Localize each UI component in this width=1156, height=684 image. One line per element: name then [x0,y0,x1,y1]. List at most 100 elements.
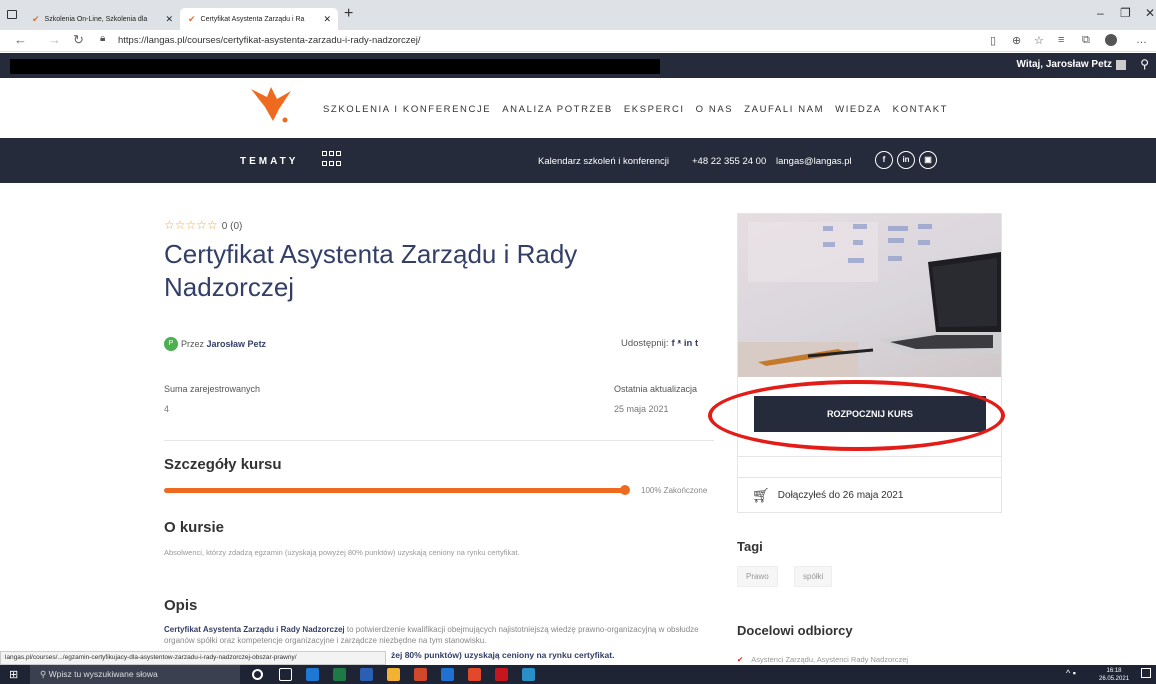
share-icons[interactable]: f ᵜ in t [672,338,699,349]
minimize-icon[interactable]: – [1097,6,1104,20]
tray-chevron-icon[interactable]: ^ ▪ [1066,668,1076,678]
favorite-star-icon[interactable]: ☆ [1034,34,1044,47]
course-sidebar-card: ROZPOCZNIJ KURS 🛒︎ Dołączyłeś do 26 maja… [737,213,1002,513]
reader-icon[interactable]: ▯ [990,34,996,47]
updated-label: Ostatnia aktualizacja [614,384,698,394]
check-icon: ✔ [737,655,744,664]
windows-taskbar: ⊞ ⚲ Wpisz tu wyszukiwane słowa ^ ▪ 16:18… [0,665,1156,684]
word-icon[interactable] [360,668,373,681]
nav-item-szkolenia[interactable]: SZKOLENIA I KONFERENCJE [323,104,491,115]
youtube-icon[interactable]: ▣ [919,151,937,169]
refresh-icon[interactable]: ↻ [73,32,84,48]
details-heading: Szczegóły kursu [164,456,282,473]
author-prefix: Przez [181,339,205,349]
updated-value: 25 maja 2021 [614,404,669,414]
windows-start-icon[interactable]: ⊞ [9,668,18,681]
description-heading: Opis [164,597,198,614]
laptop-photo [738,222,1001,377]
nav-item-o-nas[interactable]: O NAS [696,104,734,115]
start-course-button[interactable]: ROZPOCZNIJ KURS [754,396,986,432]
progress-bar [164,488,626,493]
edge-icon[interactable] [522,668,535,681]
grid-icon[interactable] [322,151,342,169]
taskbar-search-placeholder: Wpisz tu wyszukiwane słowa [48,669,158,679]
favorites-list-icon[interactable]: ≡ [1058,34,1064,46]
browser-tab-1[interactable]: ✔ Szkolenia On-Line, Szkolenia dla ✕ [24,8,180,30]
close-tab-icon[interactable]: ✕ [165,14,173,25]
linkedin-icon[interactable]: in [897,151,915,169]
audience-heading: Docelowi odbiorcy [737,623,853,638]
tab-label: Szkolenia On-Line, Szkolenia dla [44,15,148,23]
nav-item-analiza[interactable]: ANALIZA POTRZEB [502,104,613,115]
status-url: langas.pl/courses/.../egzamin-certyfikuj… [0,651,386,665]
new-tab-icon[interactable]: + [344,5,353,23]
nav-item-kontakt[interactable]: KONTAKT [893,104,948,115]
about-heading: O kursie [164,519,225,536]
tag-prawo[interactable]: Prawo [737,566,778,587]
audience-item: ✔ Asystenci Zarządu, Asystenci Rady Nadzo… [737,655,908,664]
author-link[interactable]: Jarosław Petz [207,339,267,349]
taskbar-search-input[interactable]: ⚲ Wpisz tu wyszukiwane słowa [30,665,240,684]
email-link[interactable]: langas@langas.pl [776,156,852,167]
forward-icon[interactable]: → [48,32,61,47]
tag-spolki[interactable]: spółki [794,566,833,587]
browser-tab-2[interactable]: ✔ Certyfikat Asystenta Zarządu i Ra ✕ [180,8,338,30]
progress-text: 100% Zakończone [641,486,708,495]
description-line2: żej 80% punktów) uzyskają ceniony na ryn… [391,650,615,660]
calendar-link[interactable]: Kalendarz szkoleń i konferencji [538,156,669,167]
office-icon[interactable] [468,668,481,681]
nav-item-zaufali[interactable]: ZAUFALI NAM [744,104,824,115]
audience-text: Asystenci Zarządu, Asystenci Rady Nadzor… [751,655,909,664]
course-title: Certyfikat Asystenta Zarządu i Rady Nadz… [164,239,578,302]
divider [738,477,1001,478]
redacted-region [10,59,660,74]
site-user-bar: Witaj, Jarosław Petz ⚲ [0,53,1156,78]
cortana-icon[interactable] [252,669,263,680]
author-line: Przez Jarosław Petz [181,339,266,349]
acrobat-icon[interactable] [495,668,508,681]
notifications-icon[interactable] [1141,668,1151,678]
course-rating: ☆☆☆☆☆ 0 (0) [164,218,242,232]
divider [738,456,1001,457]
about-text: Absolwenci, którzy zdadzą egzamin (uzysk… [164,548,520,557]
outlook-icon[interactable] [306,668,319,681]
search-icon[interactable]: ⚲ [1140,57,1149,71]
app-icon[interactable] [441,668,454,681]
address-bar: ← → ↻ 🔒︎ https://langas.pl/courses/certy… [0,30,1156,52]
file-explorer-icon[interactable] [387,668,400,681]
more-icon[interactable]: … [1136,34,1147,46]
user-greeting[interactable]: Witaj, Jarosław Petz [1017,59,1113,70]
maximize-icon[interactable]: ❐ [1120,6,1131,20]
excel-icon[interactable] [333,668,346,681]
collections-icon[interactable]: ⧉ [1082,34,1090,47]
system-clock[interactable]: 16:18 26.05.2021 [1099,667,1129,683]
task-view-icon[interactable] [279,668,292,681]
powerpoint-icon[interactable] [414,668,427,681]
rating-stars-icon: ☆☆☆☆☆ [164,218,218,232]
langas-logo[interactable] [247,85,295,125]
close-window-icon[interactable]: ✕ [1145,6,1155,20]
tab-actions-icon[interactable] [7,10,17,19]
url-field[interactable]: https://langas.pl/courses/certyfikat-asy… [118,35,421,46]
browser-tab-bar: ✔ Szkolenia On-Line, Szkolenia dla ✕ ✔ C… [0,0,1156,30]
nav-item-eksperci[interactable]: EKSPERCI [624,104,685,115]
langas-favicon-icon: ✔ [32,13,40,24]
nav-item-wiedza[interactable]: WIEDZA [835,104,882,115]
lock-icon[interactable]: 🔒︎ [100,33,105,44]
topics-button[interactable]: TEMATY [240,156,298,167]
search-icon: ⚲ [40,669,49,679]
joined-text: Dołączyłeś do 26 maja 2021 [777,490,904,501]
tags-heading: Tagi [737,539,763,554]
back-icon[interactable]: ← [14,32,27,47]
tab-label: Certyfikat Asystenta Zarządu i Ra [200,15,305,23]
close-tab-icon[interactable]: ✕ [323,14,331,25]
rating-count: 0 (0) [221,221,243,232]
topics-bar: TEMATY Kalendarz szkoleń i konferencji +… [0,138,1156,183]
user-avatar[interactable] [1116,60,1126,70]
divider [164,440,714,441]
zoom-icon[interactable]: ⊕ [1012,34,1021,47]
phone-link[interactable]: +48 22 355 24 00 [692,156,766,167]
enrolled-label: Suma zarejestrowanych [164,384,261,394]
profile-avatar-icon[interactable] [1105,34,1117,46]
facebook-icon[interactable]: f [875,151,893,169]
